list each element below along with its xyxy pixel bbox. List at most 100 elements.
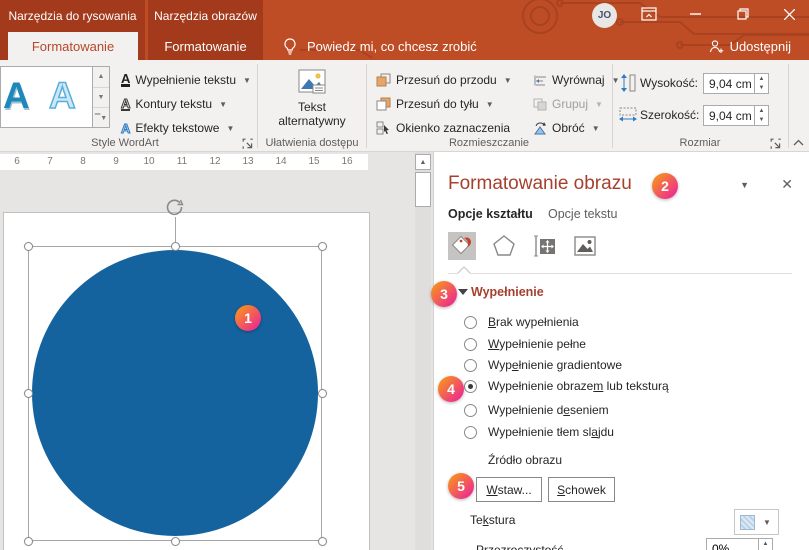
- dialog-launcher-icon[interactable]: [242, 138, 254, 150]
- section-collapse-icon[interactable]: [458, 289, 468, 295]
- radio-slide-background-fill[interactable]: Wypełnienie tłem slajdu: [464, 424, 614, 440]
- radio-circle[interactable]: [464, 426, 477, 439]
- radio-picture-fill[interactable]: Wypełnienie obrazem lub teksturą: [464, 378, 669, 394]
- selection-handle-bottom-mid[interactable]: [171, 537, 180, 546]
- insert-button-label: Wstaw...: [486, 483, 531, 497]
- send-backward-icon: [376, 97, 391, 111]
- radio-pattern-fill[interactable]: Wypełnienie deseniem: [464, 402, 609, 418]
- minimize-button[interactable]: [678, 0, 712, 28]
- texture-dropdown[interactable]: ▼: [734, 509, 779, 535]
- close-button[interactable]: [772, 0, 806, 28]
- radio-circle[interactable]: [464, 380, 477, 393]
- powerpoint-window: Narzędzia do rysowania Formatowanie Narz…: [0, 0, 809, 550]
- active-tab-pointer-fill: [458, 268, 470, 274]
- insert-picture-button[interactable]: Wstaw...: [476, 477, 542, 502]
- selection-pane-button[interactable]: Okienko zaznaczenia: [376, 118, 510, 138]
- spin-down-icon[interactable]: ▼: [755, 116, 768, 126]
- selection-handle-top-right[interactable]: [318, 242, 327, 251]
- radio-circle[interactable]: [464, 359, 477, 372]
- selection-handle-bottom-left[interactable]: [24, 537, 33, 546]
- rotate-button[interactable]: Obróć ▼: [533, 118, 600, 138]
- height-input[interactable]: 9,04 cm: [703, 73, 755, 94]
- width-spinner[interactable]: ▲ ▼: [755, 105, 769, 126]
- radio-gradient-fill[interactable]: Wypełnienie gradientowe: [464, 357, 622, 373]
- bring-forward-label: Przesuń do przodu: [396, 73, 497, 87]
- spin-up-icon[interactable]: ▲: [755, 106, 768, 116]
- gallery-more-icon[interactable]: ▔▼: [93, 108, 109, 129]
- chevron-down-icon: ▼: [595, 100, 603, 109]
- effects-tab[interactable]: [490, 232, 518, 260]
- collapse-ribbon-icon[interactable]: [793, 139, 804, 146]
- text-outline-button[interactable]: A Kontury tekstu ▼: [121, 94, 227, 114]
- tab-formatowanie-picture[interactable]: Formatowanie: [148, 32, 263, 60]
- tab-text-options[interactable]: Opcje tekstu: [548, 207, 617, 221]
- pane-title: Formatowanie obrazu: [448, 173, 632, 195]
- wordart-style-gallery[interactable]: A A: [0, 66, 93, 128]
- tab-formatowanie-drawing[interactable]: Formatowanie: [8, 32, 138, 60]
- picture-tab[interactable]: [571, 232, 599, 260]
- align-button[interactable]: Wyrównaj ▼: [533, 70, 620, 90]
- group-divider: [257, 64, 258, 148]
- ribbon: A A ▲ ▼ ▔▼ A Wypełnienie tekstu ▼ A Kont…: [0, 60, 809, 152]
- pentagon-icon: [492, 234, 516, 258]
- selection-handle-bottom-right[interactable]: [318, 537, 327, 546]
- clipboard-button[interactable]: Schowek: [548, 477, 615, 502]
- share-button[interactable]: Udostępnij: [709, 34, 791, 58]
- chevron-down-icon: ▼: [612, 76, 620, 85]
- wordart-style-1-icon[interactable]: A: [3, 75, 30, 117]
- text-effects-button[interactable]: A Efekty tekstowe ▼: [121, 118, 234, 138]
- restore-button[interactable]: [726, 0, 760, 28]
- picture-icon: [573, 234, 597, 258]
- align-label: Wyrównaj: [552, 73, 605, 87]
- spin-up-icon[interactable]: ▲: [759, 539, 772, 549]
- avatar[interactable]: JO: [592, 3, 617, 28]
- selection-handle-top-mid[interactable]: [171, 242, 180, 251]
- radio-no-fill[interactable]: Brak wypełnienia: [464, 314, 579, 330]
- transparency-label: Przezroczystość: [476, 543, 563, 550]
- height-label: Wysokość:: [640, 76, 698, 90]
- bring-forward-button[interactable]: Przesuń do przodu ▼: [376, 70, 512, 90]
- transparency-spinner[interactable]: ▲ ▼: [759, 538, 773, 550]
- ruler-number: 9: [111, 156, 121, 167]
- slide-canvas[interactable]: 1: [0, 172, 433, 550]
- selection-handle-mid-left[interactable]: [24, 389, 33, 398]
- pane-close-icon[interactable]: ✕: [781, 176, 793, 193]
- radio-circle[interactable]: [464, 316, 477, 329]
- gallery-down-icon[interactable]: ▼: [93, 88, 109, 109]
- rotation-handle-icon[interactable]: [164, 198, 186, 218]
- group-label-wordart: Style WordArt: [40, 137, 210, 151]
- chevron-down-icon: ▼: [486, 100, 494, 109]
- alt-text-button[interactable]: Tekst alternatywny: [266, 66, 358, 136]
- height-spinner[interactable]: ▲ ▼: [755, 73, 769, 94]
- wordart-style-2-icon[interactable]: A: [49, 75, 76, 117]
- tab-shape-options[interactable]: Opcje kształtu: [448, 207, 533, 221]
- radio-solid-fill[interactable]: Wypełnienie pełne: [464, 336, 586, 352]
- callout-badge-5: 5: [448, 473, 474, 499]
- ribbon-options-icon[interactable]: [632, 0, 666, 28]
- circle-shape[interactable]: [32, 250, 318, 536]
- group-divider: [366, 64, 367, 148]
- scrollbar-thumb[interactable]: [415, 172, 431, 207]
- group-button[interactable]: Grupuj ▼: [533, 94, 603, 114]
- lightbulb-icon: [283, 38, 297, 55]
- radio-circle[interactable]: [464, 404, 477, 417]
- selection-handle-top-left[interactable]: [24, 242, 33, 251]
- width-input[interactable]: 9,04 cm: [703, 105, 755, 126]
- text-fill-button[interactable]: A Wypełnienie tekstu ▼: [121, 70, 251, 90]
- spin-down-icon[interactable]: ▼: [755, 84, 768, 94]
- dialog-launcher-icon[interactable]: [770, 138, 782, 150]
- pane-options-icon[interactable]: ▼: [740, 180, 749, 190]
- scrollbar-up-icon[interactable]: ▲: [415, 154, 431, 170]
- tell-me-box[interactable]: Powiedz mi, co chcesz zrobić: [283, 34, 477, 58]
- gallery-up-icon[interactable]: ▲: [93, 67, 109, 88]
- selection-handle-mid-right[interactable]: [318, 389, 327, 398]
- size-properties-tab[interactable]: [531, 232, 559, 260]
- slide-scrollbar[interactable]: ▲: [415, 152, 431, 550]
- fill-tab[interactable]: [448, 232, 476, 260]
- radio-circle[interactable]: [464, 338, 477, 351]
- transparency-input[interactable]: 0%: [706, 538, 759, 550]
- radio-label: Wypełnienie obrazem lub teksturą: [488, 379, 669, 393]
- contextual-group-picture: Narzędzia obrazów Formatowanie: [148, 0, 263, 60]
- spin-up-icon[interactable]: ▲: [755, 74, 768, 84]
- send-backward-button[interactable]: Przesuń do tyłu ▼: [376, 94, 494, 114]
